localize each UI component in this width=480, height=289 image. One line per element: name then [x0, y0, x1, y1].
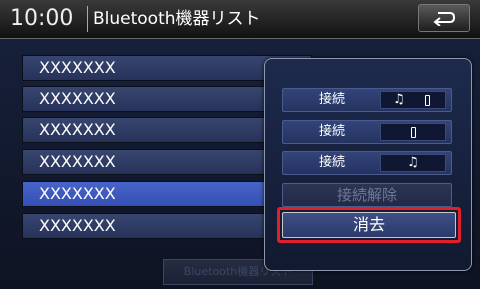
header-bar: 10:00 Bluetooth機器リスト [0, 0, 480, 39]
connect-phone-button[interactable]: 接続 [282, 120, 452, 144]
page-title: Bluetooth機器リスト [93, 9, 261, 29]
device-name: XXXXXXX [39, 58, 116, 77]
erase-button[interactable]: 消去 [282, 212, 456, 238]
music-note-icon: ♫ [393, 92, 405, 107]
disconnect-button[interactable]: 接続解除 [282, 183, 452, 207]
device-name: XXXXXXX [39, 120, 116, 139]
profile-icons: ♫ [380, 154, 446, 172]
header-divider [87, 6, 88, 32]
profile-icons [380, 123, 446, 141]
return-arrow-icon [433, 12, 456, 26]
connect-audio-button[interactable]: 接続 ♫ [282, 151, 452, 175]
connect-label: 接続 [319, 124, 346, 139]
back-button[interactable] [418, 4, 470, 32]
device-name: XXXXXXX [39, 89, 116, 108]
connect-label: 接続 [319, 155, 346, 170]
device-action-popup: 接続 ♫ 接続 接続 ♫ 接続解除 消去 [264, 58, 472, 271]
phone-icon [411, 127, 416, 138]
device-name: XXXXXXX [39, 184, 116, 203]
phone-icon [425, 95, 430, 106]
clock: 10:00 [10, 6, 74, 31]
device-name: XXXXXXX [39, 152, 116, 171]
music-note-icon: ♫ [407, 155, 419, 170]
device-name: XXXXXXX [39, 216, 116, 235]
connect-label: 接続 [319, 92, 346, 107]
connect-both-button[interactable]: 接続 ♫ [282, 88, 452, 112]
profile-icons: ♫ [380, 91, 446, 109]
